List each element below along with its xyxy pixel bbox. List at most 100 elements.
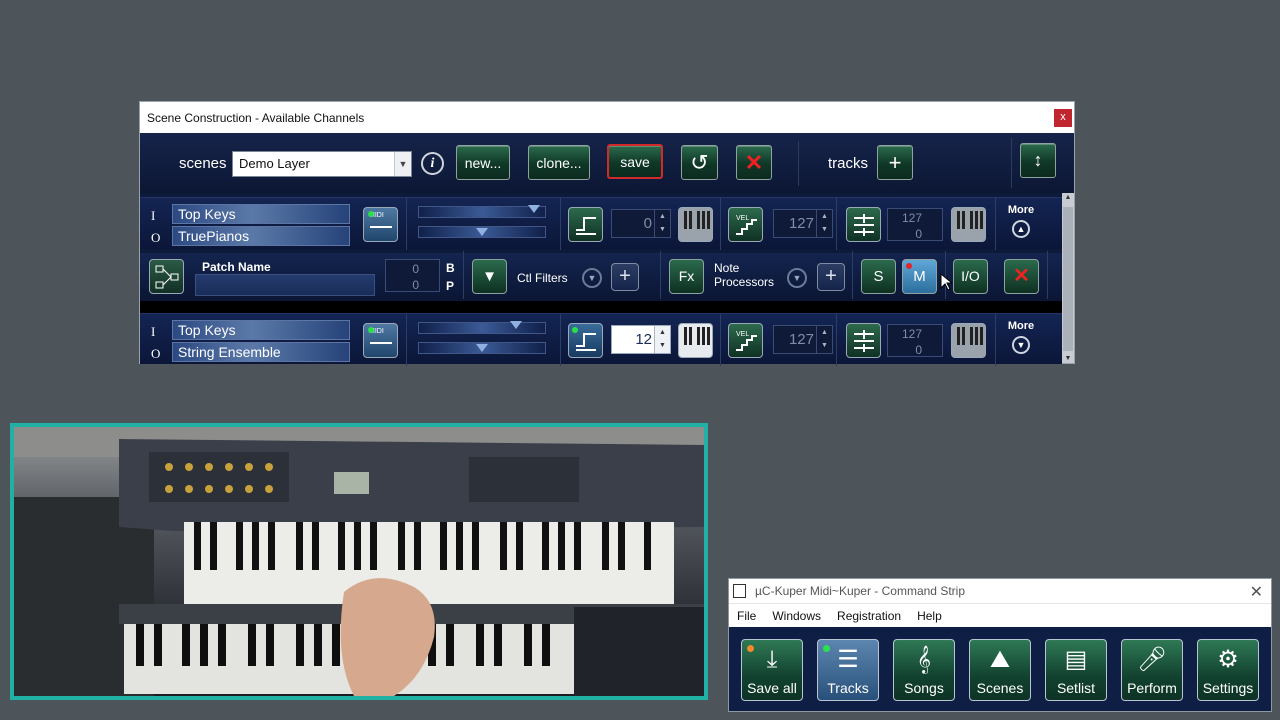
bank-program-values[interactable]: 0 0 xyxy=(385,259,440,292)
column-divider xyxy=(720,198,721,250)
patch-name-field[interactable] xyxy=(195,274,375,296)
tracks-button[interactable]: ☰ Tracks xyxy=(817,639,879,701)
range-bar-high[interactable] xyxy=(418,206,546,218)
key-range-slider[interactable] xyxy=(418,203,546,241)
gear-icon: ⚙ xyxy=(1217,646,1239,673)
more-button[interactable]: More ▼ xyxy=(1001,320,1041,354)
menu-registration[interactable]: Registration xyxy=(829,609,909,623)
menu-file[interactable]: File xyxy=(729,609,764,623)
column-divider xyxy=(560,198,561,250)
transpose-icon[interactable] xyxy=(568,323,603,358)
column-divider xyxy=(406,314,407,366)
new-scene-button[interactable]: new... xyxy=(456,145,510,180)
note-range-values[interactable]: 127 0 xyxy=(887,324,943,357)
filter-icon: ▼ xyxy=(482,268,497,285)
column-divider xyxy=(995,198,996,250)
key-range-slider[interactable] xyxy=(418,319,546,357)
note-range-values[interactable]: 127 0 xyxy=(887,208,943,241)
input-device-field[interactable]: Top Keys xyxy=(172,204,350,224)
more-button[interactable]: More ▲ xyxy=(1001,204,1041,238)
svg-text:VEL: VEL xyxy=(736,215,749,222)
scene-select[interactable]: Demo Layer ▼ xyxy=(232,151,412,177)
velocity-value[interactable]: 127 ▲ ▼ xyxy=(773,209,833,238)
solo-button[interactable]: S xyxy=(861,259,896,294)
close-icon[interactable]: ✕ xyxy=(1250,582,1263,602)
range-high-handle[interactable] xyxy=(528,205,540,213)
menu-windows[interactable]: Windows xyxy=(764,609,829,623)
songs-button[interactable]: 𝄞 Songs xyxy=(893,639,955,701)
vertical-scrollbar[interactable]: ▲ ▼ xyxy=(1062,193,1074,363)
column-divider xyxy=(560,314,561,366)
column-divider xyxy=(852,251,853,299)
clone-scene-button[interactable]: clone... xyxy=(528,145,590,180)
scene-select-value: Demo Layer xyxy=(239,156,310,171)
channel-row-2: I O Top Keys String Ensemble MIDI 12 ▲ ▼ … xyxy=(140,313,1062,366)
chevron-up-icon[interactable]: ▲ xyxy=(1012,220,1030,238)
add-track-button[interactable]: + xyxy=(877,145,913,180)
fx-button[interactable]: Fx xyxy=(669,259,704,294)
range-icon[interactable] xyxy=(846,323,881,358)
menu-help[interactable]: Help xyxy=(909,609,950,623)
column-divider xyxy=(836,314,837,366)
chevron-down-icon[interactable]: ▼ xyxy=(394,152,411,176)
close-window-button[interactable]: x xyxy=(1054,109,1072,127)
scroll-down-arrow[interactable]: ▼ xyxy=(1062,355,1074,362)
save-all-button[interactable]: ⤓ Save all xyxy=(741,639,803,701)
settings-button[interactable]: ⚙ Settings xyxy=(1197,639,1259,701)
transpose-icon[interactable] xyxy=(568,207,603,242)
range-high-handle[interactable] xyxy=(510,321,522,329)
add-note-processor-button[interactable]: + xyxy=(817,263,845,291)
chevron-down-icon[interactable]: ▼ xyxy=(787,268,807,288)
velocity-icon[interactable]: VEL xyxy=(728,207,763,242)
input-indicator: I xyxy=(151,208,156,223)
column-divider xyxy=(463,251,464,299)
patch-row: Patch Name 0 0 B P ▼ Ctl Filters ▼ + Fx … xyxy=(140,251,1062,301)
microphone-icon: 🎤︎ xyxy=(1136,646,1168,673)
midi-icon[interactable]: MIDI xyxy=(363,207,398,242)
save-scene-button[interactable]: save xyxy=(607,144,663,179)
range-low-handle[interactable] xyxy=(476,228,488,236)
velocity-value[interactable]: 127 ▲ ▼ xyxy=(773,325,833,354)
info-icon[interactable]: i xyxy=(421,152,444,175)
keyboard-icon[interactable] xyxy=(951,207,986,242)
scrollbar-thumb[interactable] xyxy=(1063,207,1073,351)
range-icon[interactable] xyxy=(846,207,881,242)
transpose-value[interactable]: 0 ▲ ▼ xyxy=(611,209,671,238)
ctl-filters-button[interactable]: ▼ xyxy=(472,259,507,294)
perform-button[interactable]: 🎤︎ Perform xyxy=(1121,639,1183,701)
range-low-handle[interactable] xyxy=(476,344,488,352)
setlist-button[interactable]: ▤ Setlist xyxy=(1045,639,1107,701)
column-divider xyxy=(995,314,996,366)
toolbar-divider xyxy=(798,141,799,186)
transpose-value[interactable]: 12 ▲ ▼ xyxy=(611,325,671,354)
routing-icon[interactable] xyxy=(149,259,184,294)
scenes-button[interactable]: ⛰ Scenes xyxy=(969,639,1031,701)
column-divider xyxy=(1047,251,1048,299)
chevron-down-icon[interactable]: ▼ xyxy=(582,268,602,288)
delete-scene-button[interactable]: ✕ xyxy=(736,145,772,180)
output-device-field[interactable]: String Ensemble xyxy=(172,342,350,362)
mute-button[interactable]: M xyxy=(902,259,937,294)
midi-icon[interactable]: MIDI xyxy=(363,323,398,358)
keyboard-icon[interactable] xyxy=(951,323,986,358)
delete-channel-button[interactable]: ✕ xyxy=(1004,259,1039,294)
plus-icon: + xyxy=(888,149,902,175)
chevron-down-icon[interactable]: ▼ xyxy=(1012,336,1030,354)
column-divider xyxy=(720,314,721,366)
keyboard-icon[interactable] xyxy=(678,323,713,358)
input-device-field[interactable]: Top Keys xyxy=(172,320,350,340)
velocity-icon[interactable]: VEL xyxy=(728,323,763,358)
tracks-icon: ☰ xyxy=(837,646,859,673)
move-track-button[interactable]: ↕ xyxy=(1020,143,1056,178)
scene-toolbar: scenes Demo Layer ▼ i new... clone... sa… xyxy=(140,133,1074,193)
refresh-button[interactable]: ↺ xyxy=(681,145,718,180)
synthesizer-keyboard-image xyxy=(14,427,704,696)
keyboard-icon[interactable] xyxy=(678,207,713,242)
range-bar-high[interactable] xyxy=(418,322,546,334)
output-device-field[interactable]: TruePianos xyxy=(172,226,350,246)
refresh-icon: ↺ xyxy=(690,149,709,175)
scroll-up-arrow[interactable]: ▲ xyxy=(1062,194,1074,201)
output-indicator: O xyxy=(151,346,161,361)
io-button[interactable]: I/O xyxy=(953,259,988,294)
add-ctl-filter-button[interactable]: + xyxy=(611,263,639,291)
